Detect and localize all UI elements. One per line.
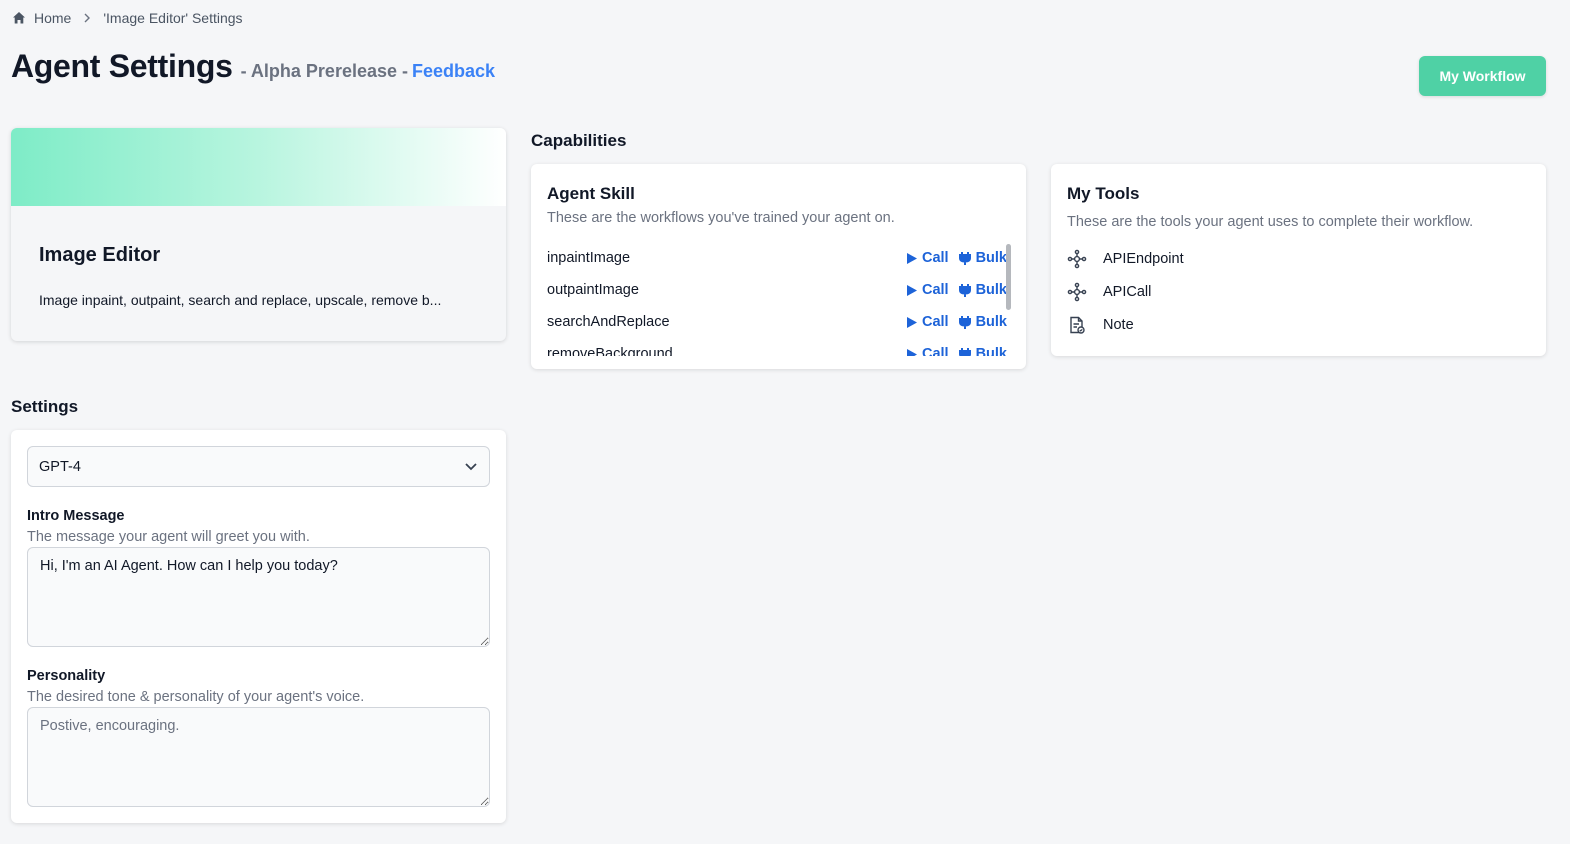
personality-label: Personality <box>27 668 106 684</box>
agent-settings-page: Home 'Image Editor' Settings Agent Setti… <box>0 0 1570 844</box>
capabilities-heading: Capabilities <box>531 131 627 150</box>
tool-item-apicall[interactable]: APICall <box>1067 275 1184 308</box>
plug-icon <box>958 251 971 265</box>
breadcrumb: Home 'Image Editor' Settings <box>12 10 243 26</box>
my-tools-card: My Tools These are the tools your agent … <box>1051 164 1546 356</box>
agent-card: Image Editor Image inpaint, outpaint, se… <box>11 128 506 341</box>
chevron-down-icon <box>465 462 477 470</box>
settings-heading: Settings <box>11 397 79 416</box>
breadcrumb-home[interactable]: Home <box>34 10 71 26</box>
personality-help: The desired tone & personality of your a… <box>27 689 365 705</box>
tool-label: APIEndpoint <box>1103 250 1184 267</box>
call-button[interactable]: Call <box>906 282 949 298</box>
skill-name: removeBackground <box>547 346 673 356</box>
tool-label: Note <box>1103 316 1134 333</box>
settings-card: GPT-4 Intro Message The message your age… <box>11 430 506 823</box>
page-subtitle: - Alpha Prerelease - <box>240 61 408 81</box>
bulk-button[interactable]: Bulk <box>958 282 1007 298</box>
play-icon <box>906 284 917 296</box>
tool-item-note[interactable]: Note <box>1067 308 1184 341</box>
note-icon <box>1070 316 1085 334</box>
api-node-icon <box>1067 249 1087 268</box>
play-icon <box>906 316 917 328</box>
plug-icon <box>958 315 971 329</box>
play-icon <box>906 252 917 264</box>
model-select[interactable]: GPT-4 <box>27 446 490 487</box>
intro-message-help: The message your agent will greet you wi… <box>27 529 310 545</box>
agent-description: Image inpaint, outpaint, search and repl… <box>39 292 442 308</box>
play-icon <box>906 348 917 356</box>
bulk-button[interactable]: Bulk <box>958 250 1007 266</box>
intro-message-input[interactable]: Hi, I'm an AI Agent. How can I help you … <box>27 547 490 647</box>
plug-icon <box>958 347 971 356</box>
list-item: inpaintImage Call Bulk <box>547 242 1013 274</box>
api-node-icon <box>1067 282 1087 301</box>
breadcrumb-current: 'Image Editor' Settings <box>103 10 243 26</box>
my-tools-title: My Tools <box>1067 184 1140 203</box>
plug-icon <box>958 283 971 297</box>
page-header: Agent Settings - Alpha Prerelease - Feed… <box>11 48 495 85</box>
list-item: removeBackground Call Bulk <box>547 338 1013 356</box>
skill-name: outpaintImage <box>547 282 639 298</box>
home-icon[interactable] <box>12 11 26 25</box>
agent-name: Image Editor <box>39 244 161 266</box>
page-title: Agent Settings <box>11 48 233 84</box>
agent-skill-title: Agent Skill <box>547 184 635 203</box>
my-tools-subtitle: These are the tools your agent uses to c… <box>1067 214 1474 230</box>
call-button[interactable]: Call <box>906 346 949 356</box>
personality-input[interactable] <box>27 707 490 807</box>
list-item: outpaintImage Call Bulk <box>547 274 1013 306</box>
tool-item-apiendpoint[interactable]: APIEndpoint <box>1067 242 1184 275</box>
skill-list-scrollbar[interactable] <box>1006 244 1011 310</box>
skill-name: inpaintImage <box>547 250 631 266</box>
model-select-value: GPT-4 <box>39 458 81 475</box>
list-item: searchAndReplace Call Bulk <box>547 306 1013 338</box>
bulk-button[interactable]: Bulk <box>958 314 1007 330</box>
tool-list: APIEndpoint APICall Note <box>1067 242 1184 341</box>
agent-skill-card: Agent Skill These are the workflows you'… <box>531 164 1026 369</box>
my-workflow-button[interactable]: My Workflow <box>1419 56 1546 96</box>
call-button[interactable]: Call <box>906 314 949 330</box>
intro-message-label: Intro Message <box>27 508 125 524</box>
call-button[interactable]: Call <box>906 250 949 266</box>
skill-name: searchAndReplace <box>547 314 670 330</box>
tool-label: APICall <box>1103 283 1152 300</box>
feedback-link[interactable]: Feedback <box>412 61 495 82</box>
bulk-button[interactable]: Bulk <box>958 346 1007 356</box>
agent-banner <box>11 128 506 206</box>
skill-list[interactable]: inpaintImage Call Bulk outpaintImage Cal… <box>547 242 1013 356</box>
agent-skill-subtitle: These are the workflows you've trained y… <box>547 210 895 226</box>
chevron-right-icon <box>83 13 91 23</box>
